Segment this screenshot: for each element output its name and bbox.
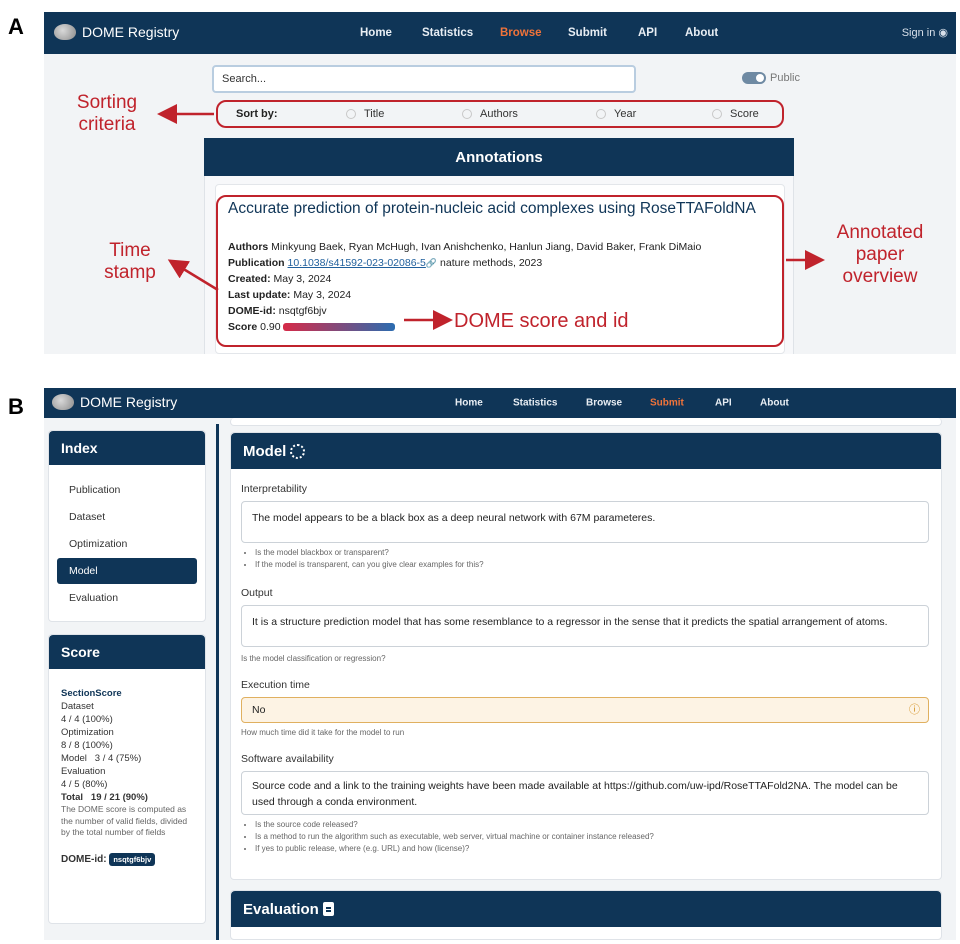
index-card: Index Publication Dataset Optimization M… xyxy=(48,430,206,622)
index-item-publication[interactable]: Publication xyxy=(57,477,197,503)
callout-arrows xyxy=(157,104,825,330)
model-card: Model Interpretability The model appears… xyxy=(230,432,942,880)
hint-item: If the model is transparent, can you giv… xyxy=(255,559,484,571)
score-row: Evaluation xyxy=(61,766,106,777)
evaluation-header: Evaluation xyxy=(231,891,941,927)
dome-id-badge: nsqtgf6bjv xyxy=(109,852,156,866)
score-note: The DOME score is computed as the number… xyxy=(61,804,188,837)
score-row: Model 3 / 4 (75%) xyxy=(61,753,142,764)
warning-icon: ⓘ xyxy=(909,704,920,716)
panel-label-b: B xyxy=(8,394,24,419)
brain-logo-icon xyxy=(52,394,74,410)
brand-name: DOME Registry xyxy=(80,394,178,410)
index-item-evaluation[interactable]: Evaluation xyxy=(57,585,197,611)
score-title: Score xyxy=(49,635,205,669)
execution-time-hint: How much time did it take for the model … xyxy=(241,728,405,737)
arrow-timestamp xyxy=(167,259,219,292)
brand[interactable]: DOME Registry xyxy=(52,394,177,410)
output-label: Output xyxy=(241,587,273,599)
nav-api[interactable]: API xyxy=(715,398,732,409)
interpretability-hints: Is the model blackbox or transparent? If… xyxy=(241,547,484,571)
score-row: 4 / 5 (80%) xyxy=(61,779,108,790)
nav-submit[interactable]: Submit xyxy=(650,398,684,409)
section-score-label: SectionScore xyxy=(61,688,122,699)
nav-about[interactable]: About xyxy=(760,398,789,409)
hint-item: Is a method to run the algorithm such as… xyxy=(255,831,654,843)
model-title: Model xyxy=(243,442,287,460)
output-field[interactable]: It is a structure prediction model that … xyxy=(241,605,929,647)
score-dome-id: DOME-id: nsqtgf6bjv xyxy=(61,852,195,866)
nav-browse[interactable]: Browse xyxy=(586,398,622,409)
evaluation-card: Evaluation xyxy=(230,890,942,940)
evaluation-title: Evaluation xyxy=(243,900,319,918)
score-row: 8 / 8 (100%) xyxy=(61,740,113,751)
interpretability-field[interactable]: The model appears to be a black box as a… xyxy=(241,501,929,543)
output-hint: Is the model classification or regressio… xyxy=(241,654,386,663)
score-row: 4 / 4 (100%) xyxy=(61,714,113,725)
hint-item: Is the source code released? xyxy=(255,819,654,831)
total-value: 19 / 21 (90%) xyxy=(90,792,148,803)
panel-label-a: A xyxy=(8,14,24,39)
software-field[interactable]: Source code and a link to the training w… xyxy=(241,771,929,815)
score-card: Score SectionScore Dataset 4 / 4 (100%) … xyxy=(48,634,206,924)
clipboard-icon xyxy=(322,902,334,916)
software-label: Software availability xyxy=(241,753,334,765)
sidebar-divider xyxy=(216,424,219,940)
index-item-optimization[interactable]: Optimization xyxy=(57,531,197,557)
nav-home[interactable]: Home xyxy=(455,398,483,409)
dome-id-label: DOME-id: xyxy=(61,853,107,865)
index-item-model[interactable]: Model xyxy=(57,558,197,584)
index-item-dataset[interactable]: Dataset xyxy=(57,504,197,530)
execution-time-value: No xyxy=(252,704,266,716)
score-total: Total 19 / 21 (90%) xyxy=(61,791,195,804)
hint-item: Is the model blackbox or transparent? xyxy=(255,547,484,559)
score-row: Optimization xyxy=(61,727,114,738)
interpretability-label: Interpretability xyxy=(241,483,307,495)
gear-icon xyxy=(290,443,306,459)
index-title: Index xyxy=(49,431,205,465)
execution-time-field[interactable]: No ⓘ xyxy=(241,697,929,723)
software-hints: Is the source code released? Is a method… xyxy=(241,819,654,855)
nav-statistics[interactable]: Statistics xyxy=(513,398,557,409)
panel-b: DOME Registry Home Statistics Browse Sub… xyxy=(44,388,956,940)
panel-a: DOME Registry Home Statistics Browse Sub… xyxy=(44,12,956,354)
model-header: Model xyxy=(231,433,941,469)
previous-section-card xyxy=(230,418,942,426)
total-label: Total xyxy=(61,792,83,803)
execution-time-label: Execution time xyxy=(241,679,310,691)
score-row: Dataset xyxy=(61,701,94,712)
hint-item: If yes to public release, where (e.g. UR… xyxy=(255,843,654,855)
panel-b-navbar: DOME Registry Home Statistics Browse Sub… xyxy=(44,388,956,418)
